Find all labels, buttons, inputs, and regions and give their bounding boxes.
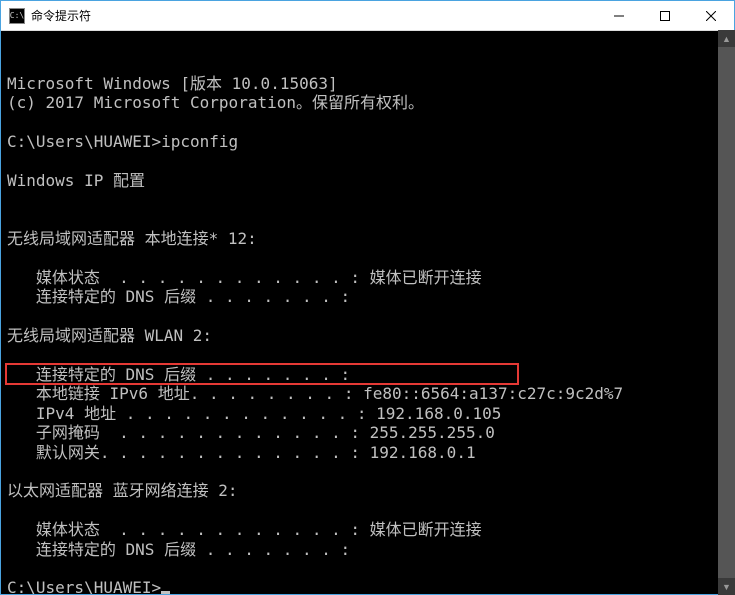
terminal-line xyxy=(7,248,728,267)
terminal-line xyxy=(7,113,728,132)
terminal-line: Microsoft Windows [版本 10.0.15063] xyxy=(7,74,728,93)
terminal-line: 以太网适配器 蓝牙网络连接 2: xyxy=(7,481,728,500)
minimize-button[interactable] xyxy=(596,1,642,30)
terminal-line: 连接特定的 DNS 后缀 . . . . . . . : xyxy=(7,540,728,559)
terminal-line: Windows IP 配置 xyxy=(7,171,728,190)
terminal-line: IPv4 地址 . . . . . . . . . . . . : 192.16… xyxy=(7,404,728,423)
scroll-down-button[interactable]: ▼ xyxy=(718,578,735,595)
scrollbar[interactable]: ▲ ▼ xyxy=(718,30,735,595)
titlebar-left: C:\ 命令提示符 xyxy=(1,7,91,24)
terminal-line xyxy=(7,210,728,229)
terminal-line: 默认网关. . . . . . . . . . . . . : 192.168.… xyxy=(7,443,728,462)
terminal-line xyxy=(7,559,728,578)
terminal-line: 无线局域网适配器 本地连接* 12: xyxy=(7,229,728,248)
terminal-output: Microsoft Windows [版本 10.0.15063](c) 201… xyxy=(7,74,728,594)
terminal-line: C:\Users\HUAWEI>ipconfig xyxy=(7,132,728,151)
terminal-line: C:\Users\HUAWEI> xyxy=(7,578,728,594)
titlebar: C:\ 命令提示符 xyxy=(1,1,734,31)
terminal-line xyxy=(7,346,728,365)
terminal-line: 子网掩码 . . . . . . . . . . . . : 255.255.2… xyxy=(7,423,728,442)
terminal-line: 媒体状态 . . . . . . . . . . . . : 媒体已断开连接 xyxy=(7,520,728,539)
maximize-button[interactable] xyxy=(642,1,688,30)
close-button[interactable] xyxy=(688,1,734,30)
window-title: 命令提示符 xyxy=(31,7,91,24)
scrollbar-thumb[interactable] xyxy=(718,47,735,578)
terminal-line: 连接特定的 DNS 后缀 . . . . . . . : xyxy=(7,365,728,384)
terminal-line xyxy=(7,462,728,481)
terminal-line xyxy=(7,307,728,326)
terminal-icon: C:\ xyxy=(9,8,25,24)
terminal-line: 无线局域网适配器 WLAN 2: xyxy=(7,326,728,345)
terminal-line: 连接特定的 DNS 后缀 . . . . . . . : xyxy=(7,287,728,306)
terminal-line: 媒体状态 . . . . . . . . . . . . : 媒体已断开连接 xyxy=(7,268,728,287)
terminal-line: 本地链接 IPv6 地址. . . . . . . . : fe80::6564… xyxy=(7,384,728,403)
terminal-line xyxy=(7,151,728,170)
terminal-area[interactable]: Microsoft Windows [版本 10.0.15063](c) 201… xyxy=(1,31,734,594)
terminal-line xyxy=(7,190,728,209)
scroll-up-button[interactable]: ▲ xyxy=(718,30,735,47)
terminal-line xyxy=(7,501,728,520)
cursor xyxy=(161,591,170,594)
window-controls xyxy=(596,1,734,30)
terminal-line: (c) 2017 Microsoft Corporation。保留所有权利。 xyxy=(7,93,728,112)
